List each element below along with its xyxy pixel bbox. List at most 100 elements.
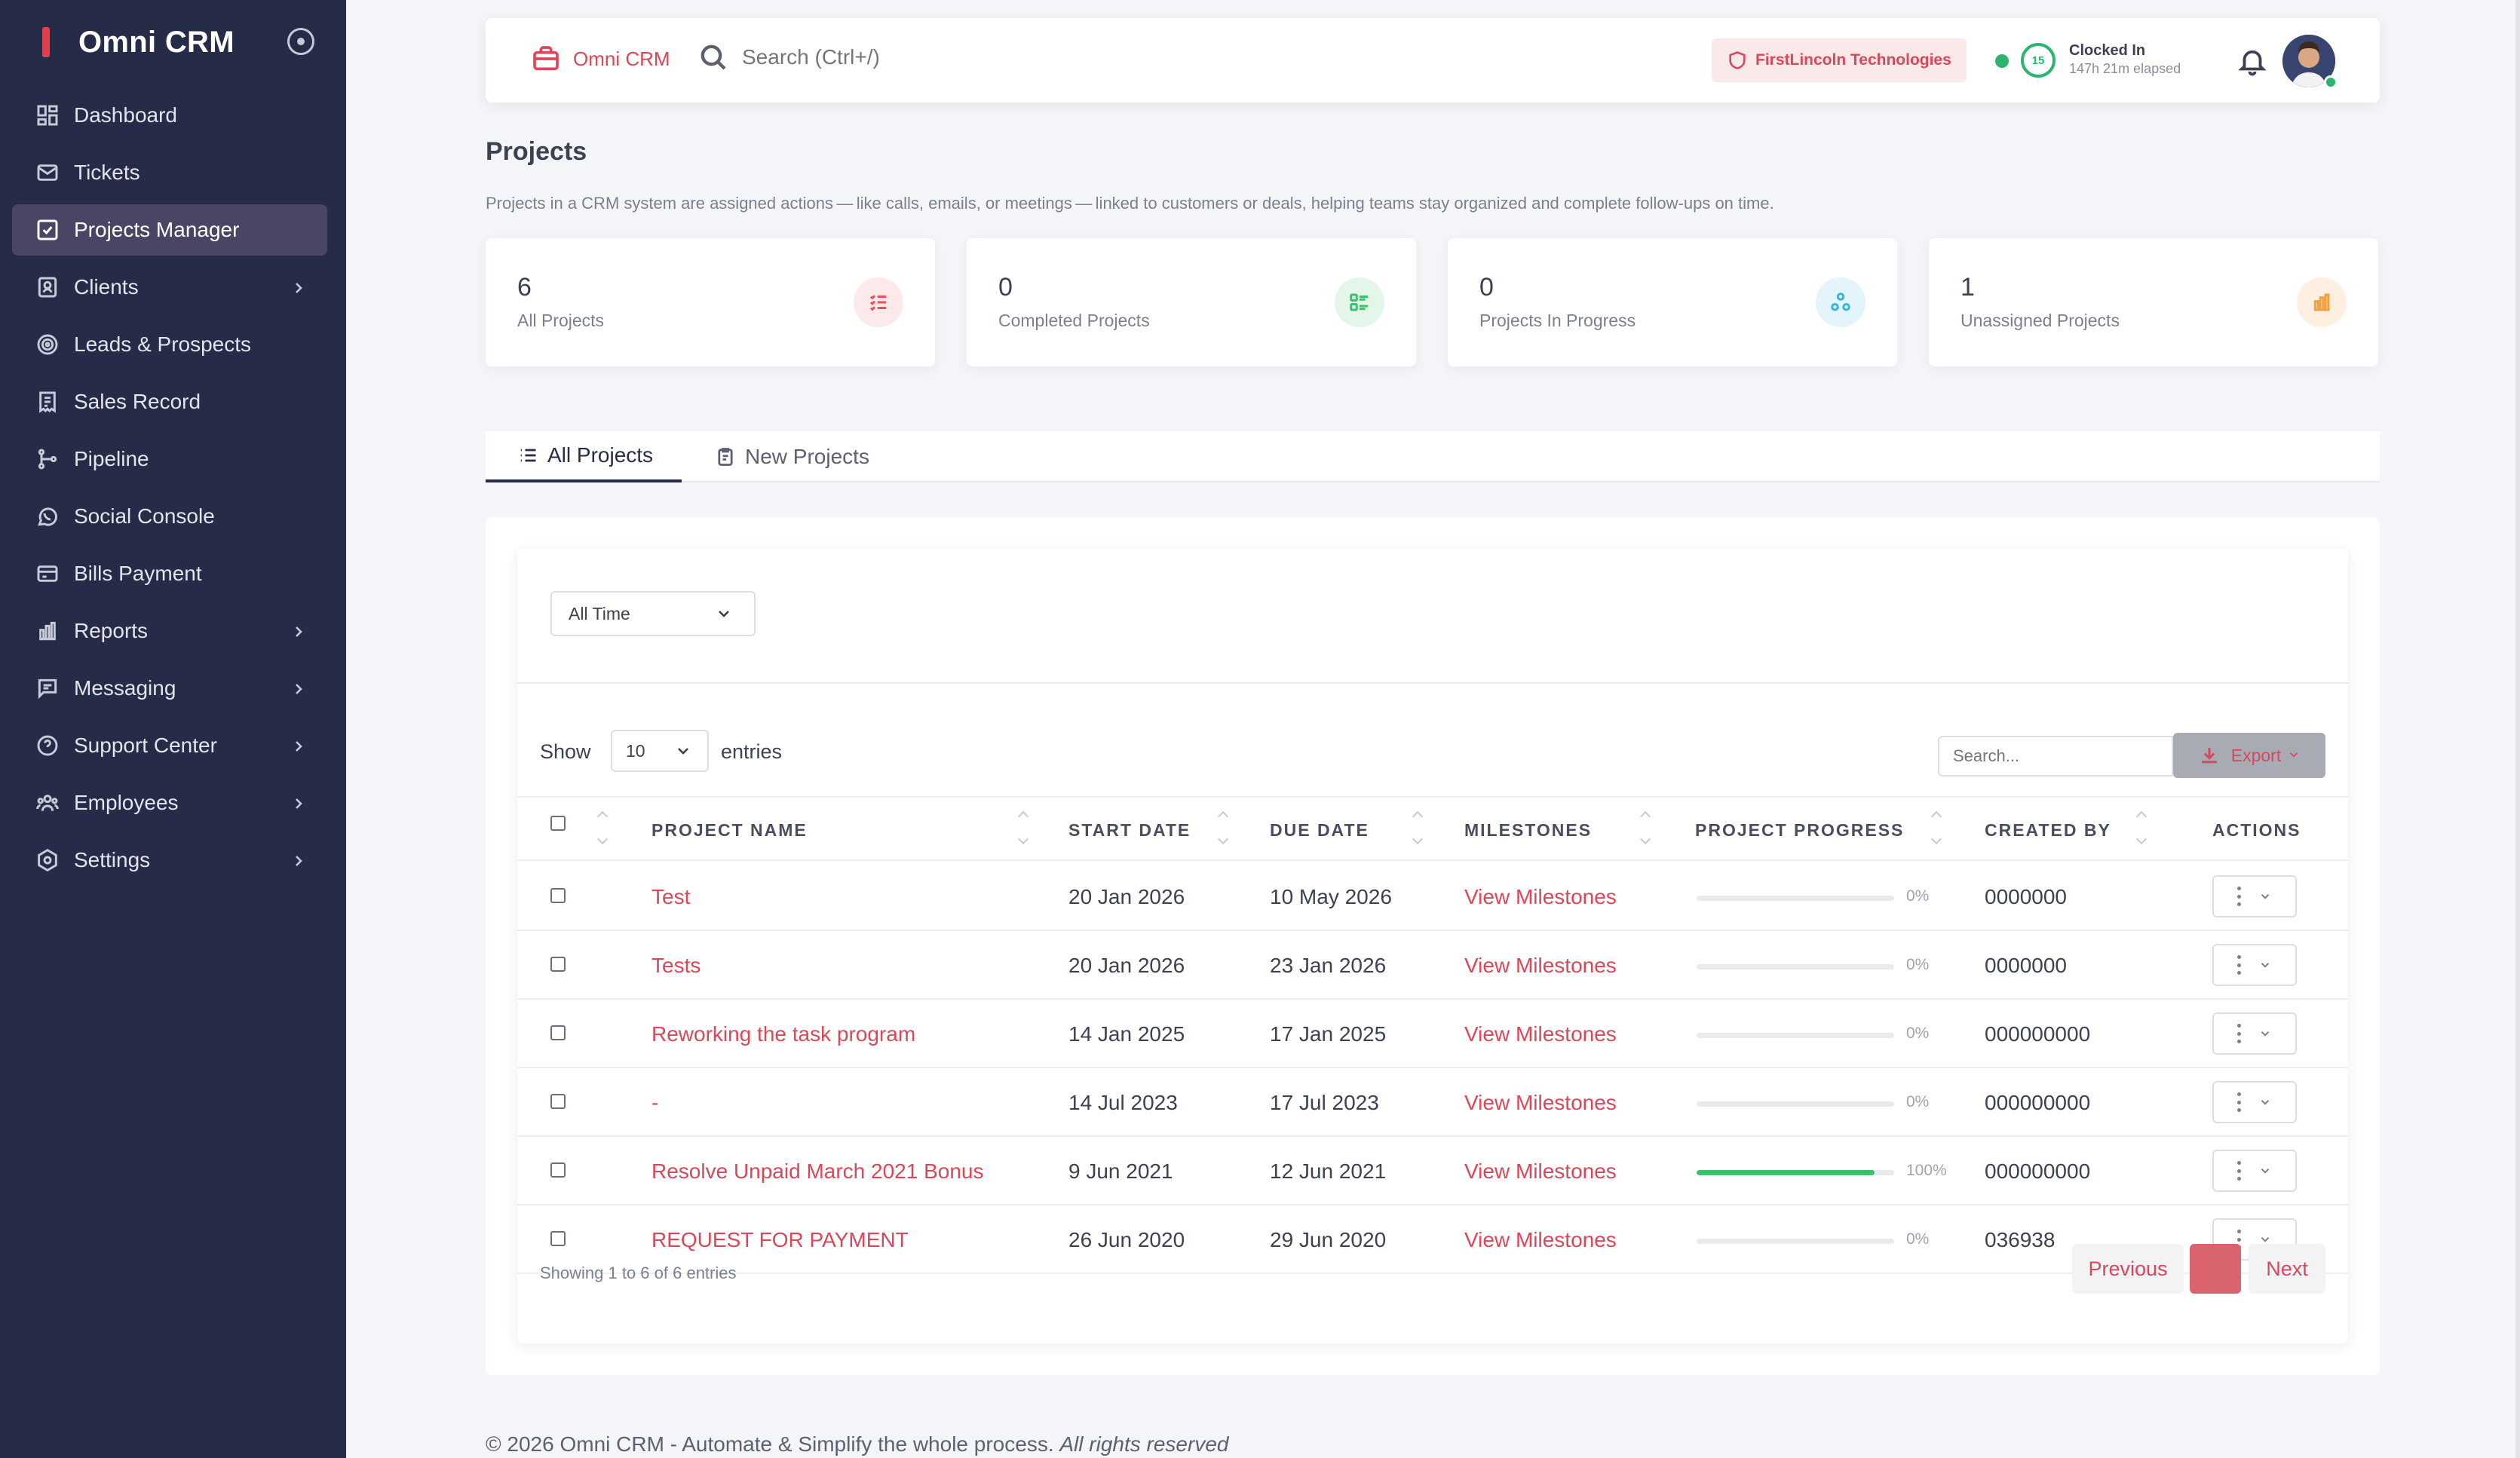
sidebar-item-settings[interactable]: Settings bbox=[12, 835, 327, 886]
sort-icon[interactable] bbox=[2135, 810, 2148, 847]
sort-icon[interactable] bbox=[1412, 810, 1424, 847]
divider bbox=[517, 682, 2348, 684]
sidebar-item-reports[interactable]: Reports bbox=[12, 605, 327, 657]
sidebar-item-label: Leads & Prospects bbox=[74, 332, 252, 356]
shield-icon bbox=[1729, 51, 1746, 69]
projects-table-card: All Time Show 10 entries Export PROJECT … bbox=[517, 549, 2348, 1343]
entries-per-page-select[interactable]: 10 bbox=[611, 730, 709, 772]
stat-card-completed-projects[interactable]: 0 Completed Projects bbox=[967, 238, 1416, 366]
page-scrollbar[interactable] bbox=[2515, 0, 2520, 1458]
sidebar-item-employees[interactable]: Employees bbox=[12, 777, 327, 829]
sidebar-item-leads-prospects[interactable]: Leads & Prospects bbox=[12, 319, 327, 370]
sidebar-item-pipeline[interactable]: Pipeline bbox=[12, 433, 327, 485]
view-milestones-link[interactable]: View Milestones bbox=[1464, 1091, 1617, 1115]
company-badge[interactable]: FirstLincoln Technologies bbox=[1712, 38, 1967, 82]
row-checkbox[interactable] bbox=[550, 1025, 566, 1040]
row-actions-button[interactable] bbox=[2212, 1081, 2297, 1123]
row-checkbox[interactable] bbox=[550, 1231, 566, 1246]
chevron-down-icon bbox=[2281, 746, 2301, 766]
clock-counter[interactable]: 15 bbox=[2021, 43, 2056, 78]
topbar: Omni CRM FirstLincoln Technologies 15 Cl… bbox=[486, 18, 2380, 103]
sort-icon[interactable] bbox=[1217, 810, 1229, 847]
row-checkbox[interactable] bbox=[550, 1094, 566, 1109]
sidebar-item-support-center[interactable]: Support Center bbox=[12, 720, 327, 771]
sort-icon[interactable] bbox=[1017, 810, 1029, 847]
sidebar-item-bills-payment[interactable]: Bills Payment bbox=[12, 548, 327, 599]
sidebar-item-label: Bills Payment bbox=[74, 562, 202, 585]
stat-card-projects-in-progress[interactable]: 0 Projects In Progress bbox=[1448, 238, 1897, 366]
app-name: Omni CRM bbox=[78, 25, 235, 59]
sidebar-item-label: Pipeline bbox=[74, 447, 149, 470]
sidebar-item-dashboard[interactable]: Dashboard bbox=[12, 90, 327, 141]
project-progress-bar bbox=[1697, 1101, 1894, 1107]
project-name-link[interactable]: Test bbox=[651, 885, 690, 909]
project-progress-value: 100% bbox=[1906, 1162, 1947, 1179]
project-name-link[interactable]: REQUEST FOR PAYMENT bbox=[651, 1228, 909, 1252]
row-checkbox[interactable] bbox=[550, 1162, 566, 1178]
row-checkbox[interactable] bbox=[550, 888, 566, 903]
table-row: Test 20 Jan 2026 10 May 2026 View Milestone… bbox=[517, 862, 2348, 931]
column-due-date[interactable]: DUE DATE bbox=[1270, 820, 1369, 841]
view-milestones-link[interactable]: View Milestones bbox=[1464, 1228, 1617, 1252]
list-check-icon bbox=[854, 277, 903, 327]
online-status-dot bbox=[2324, 75, 2338, 89]
created-by: 000000000 bbox=[1985, 1159, 2091, 1183]
sort-icon[interactable] bbox=[1639, 810, 1651, 847]
page-footer: © 2026 Omni CRM - Automate & Simplify th… bbox=[486, 1432, 1228, 1456]
row-actions-button[interactable] bbox=[2212, 944, 2297, 986]
global-search[interactable] bbox=[698, 42, 1194, 72]
crm-home-link[interactable]: Omni CRM bbox=[531, 44, 670, 74]
entries-per-page-value: 10 bbox=[626, 740, 645, 761]
sidebar-item-sales-record[interactable]: Sales Record bbox=[12, 376, 327, 427]
table-search-input[interactable] bbox=[1938, 736, 2173, 776]
sort-icon[interactable] bbox=[1930, 810, 1942, 847]
global-search-input[interactable] bbox=[742, 45, 1194, 69]
project-name-link[interactable]: Resolve Unpaid March 2021 Bonus bbox=[651, 1159, 983, 1184]
brand[interactable]: Omni CRM bbox=[42, 21, 235, 63]
sidebar-item-tickets[interactable]: Tickets bbox=[12, 147, 327, 198]
sidebar-item-projects-manager[interactable]: Projects Manager bbox=[12, 204, 327, 256]
clock-status: Clocked In 147h 21m elapsed bbox=[2069, 42, 2181, 77]
select-all-checkbox[interactable] bbox=[550, 816, 566, 831]
sidebar-item-social-console[interactable]: Social Console bbox=[12, 491, 327, 542]
more-vertical-icon bbox=[2237, 1161, 2242, 1181]
row-checkbox[interactable] bbox=[550, 957, 566, 972]
column-project-name[interactable]: PROJECT NAME bbox=[651, 820, 808, 841]
project-name-link[interactable]: Tests bbox=[651, 954, 701, 978]
column-start-date[interactable]: START DATE bbox=[1068, 820, 1191, 841]
sidebar-item-clients[interactable]: Clients bbox=[12, 262, 327, 313]
row-actions-button[interactable] bbox=[2212, 875, 2297, 917]
project-name-link[interactable]: - bbox=[651, 1091, 658, 1115]
view-milestones-link[interactable]: View Milestones bbox=[1464, 885, 1617, 909]
bar-chart-icon bbox=[2297, 277, 2347, 327]
sidebar-item-label: Clients bbox=[74, 275, 139, 299]
chevron-down-icon bbox=[2261, 1169, 2270, 1174]
tab-all-projects[interactable]: All Projects bbox=[486, 431, 682, 482]
column-milestones[interactable]: MILESTONES bbox=[1464, 820, 1592, 841]
created-by: 000000000 bbox=[1985, 1022, 2091, 1046]
view-milestones-link[interactable]: View Milestones bbox=[1464, 954, 1617, 978]
project-name-link[interactable]: Reworking the task program bbox=[651, 1022, 915, 1046]
sort-icon[interactable] bbox=[596, 810, 609, 847]
period-filter-select[interactable]: All Time bbox=[550, 591, 756, 636]
column-project-progress[interactable]: PROJECT PROGRESS bbox=[1695, 820, 1904, 841]
bar-chart-icon bbox=[35, 618, 60, 644]
export-button[interactable]: Export bbox=[2173, 733, 2325, 778]
start-date: 20 Jan 2026 bbox=[1068, 885, 1185, 908]
pagination-previous[interactable]: Previous bbox=[2072, 1244, 2184, 1294]
view-milestones-link[interactable]: View Milestones bbox=[1464, 1022, 1617, 1046]
sidebar-item-messaging[interactable]: Messaging bbox=[12, 663, 327, 714]
stat-card-all-projects[interactable]: 6 All Projects bbox=[486, 238, 935, 366]
chevron-right-icon bbox=[290, 278, 308, 296]
column-created-by[interactable]: CREATED BY bbox=[1985, 820, 2111, 841]
tab-new-projects[interactable]: New Projects bbox=[715, 431, 869, 482]
row-actions-button[interactable] bbox=[2212, 1012, 2297, 1055]
stat-card-unassigned-projects[interactable]: 1 Unassigned Projects bbox=[1929, 238, 2378, 366]
sidebar-collapse-button[interactable] bbox=[287, 28, 314, 55]
row-actions-button[interactable] bbox=[2212, 1150, 2297, 1192]
notifications-button[interactable] bbox=[2236, 45, 2268, 77]
view-milestones-link[interactable]: View Milestones bbox=[1464, 1159, 1617, 1184]
check-square-icon bbox=[35, 217, 60, 243]
pagination-next[interactable]: Next bbox=[2249, 1244, 2325, 1294]
pagination-page-1[interactable] bbox=[2190, 1244, 2241, 1294]
